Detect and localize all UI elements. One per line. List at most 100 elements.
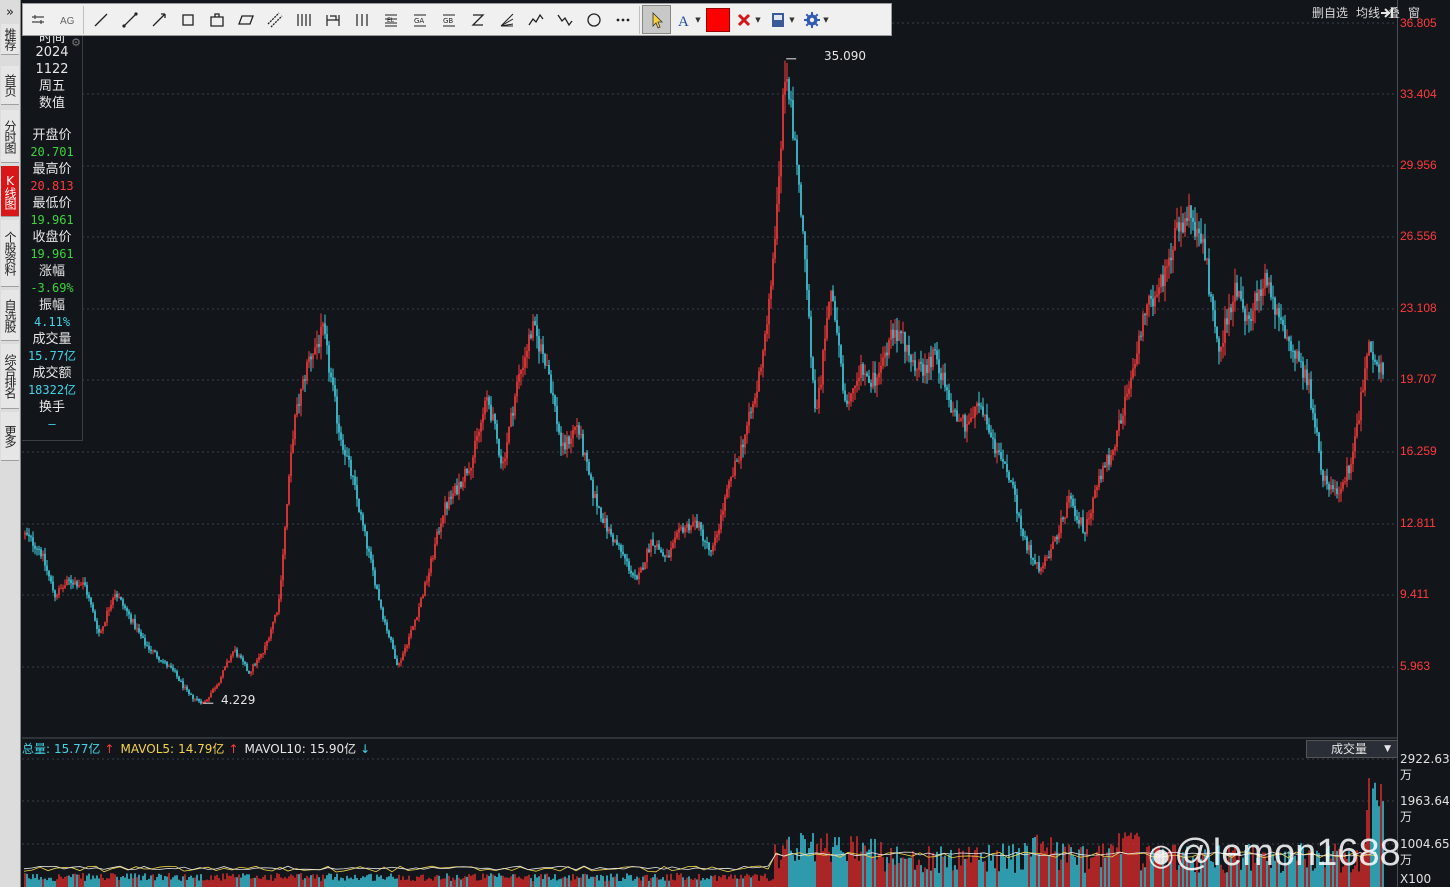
delete-watchlist-link[interactable]: 删自选 <box>1312 4 1348 21</box>
candle-body <box>1246 315 1248 322</box>
expand-icon[interactable]: » <box>1 4 19 22</box>
cursor-icon[interactable] <box>642 5 671 34</box>
volume-bar <box>32 874 34 887</box>
price-tick: 19.707 <box>1400 372 1437 386</box>
candle-body <box>972 417 974 419</box>
circle-icon[interactable] <box>579 5 608 34</box>
volume-bar <box>706 878 708 887</box>
fib-icon[interactable]: EL <box>376 5 405 34</box>
rect-icon[interactable] <box>173 5 202 34</box>
candle-body <box>62 587 64 589</box>
candle-body <box>732 475 734 477</box>
candle-body <box>898 331 900 341</box>
candle-body <box>52 581 54 591</box>
nav-item-timeshare[interactable]: 分时图 <box>1 110 19 163</box>
candle-body <box>1274 297 1276 315</box>
gann-icon[interactable]: GA <box>405 5 434 34</box>
candle-body <box>662 552 664 556</box>
volume-bar <box>710 875 712 887</box>
grid-lines-icon[interactable] <box>347 5 376 34</box>
box-icon[interactable] <box>202 5 231 34</box>
parallelogram-icon[interactable] <box>231 5 260 34</box>
settings-icon[interactable]: ▼ <box>799 5 833 34</box>
volume-bar <box>520 878 522 887</box>
volume-bar <box>1084 872 1086 887</box>
volume-bar <box>1002 843 1004 887</box>
nav-item-recommend[interactable]: 推荐 <box>1 24 19 55</box>
candle-body <box>538 336 540 352</box>
candle-body <box>1016 494 1018 514</box>
nav-item-kline[interactable]: K线图 <box>1 166 19 217</box>
volume-bar <box>1062 843 1064 887</box>
indicator-select[interactable]: 成交量 ▼ <box>1306 740 1398 758</box>
volume-bar <box>406 879 408 887</box>
volume-bar <box>450 880 452 887</box>
nav-item-home[interactable]: 首页 <box>1 66 19 105</box>
panel-settings-icon[interactable]: ⚙ <box>71 36 81 49</box>
volume-bar <box>332 879 334 887</box>
gb-icon[interactable]: GB <box>434 5 463 34</box>
candle-body <box>1184 218 1186 233</box>
high-label: 最高价 <box>32 162 72 177</box>
ray-icon[interactable] <box>144 5 173 34</box>
volume-bar <box>918 859 920 887</box>
volume-bar <box>726 879 728 887</box>
candle-body <box>188 689 190 694</box>
nav-item-stock-info[interactable]: 个股资料 <box>1 220 19 287</box>
candle-body <box>392 639 394 649</box>
wave2-icon[interactable] <box>550 5 579 34</box>
volume-bar <box>1004 856 1006 887</box>
candle-body <box>884 352 886 358</box>
volume-bar <box>388 876 390 887</box>
candle-body <box>680 527 682 529</box>
vertical-lines-icon[interactable] <box>289 5 318 34</box>
candle-body <box>222 670 224 678</box>
adjust-icon[interactable] <box>23 5 52 34</box>
more-icon[interactable] <box>608 5 637 34</box>
volume-bar <box>150 875 152 887</box>
volume-bar <box>666 874 668 887</box>
delete-icon[interactable]: ▼ <box>731 5 765 34</box>
candle-body <box>554 395 556 406</box>
candle-body <box>460 482 462 488</box>
candle-body <box>1046 556 1048 558</box>
volume-bar <box>920 865 922 887</box>
candle-body <box>1000 452 1002 459</box>
candle-body <box>788 79 790 100</box>
volume-bar <box>452 877 454 887</box>
candle-body <box>666 555 668 557</box>
candle-body <box>422 595 424 599</box>
volume-bar <box>454 879 456 887</box>
candle-body <box>1186 218 1188 221</box>
candle-body <box>1268 282 1270 286</box>
fan-icon[interactable] <box>492 5 521 34</box>
candle-body <box>78 584 80 587</box>
close-label: 收盘价 <box>32 230 72 245</box>
candle-body <box>778 176 780 204</box>
candle-body <box>516 381 518 397</box>
candle-body <box>1218 338 1220 352</box>
volume-bar <box>866 851 868 887</box>
text-style-icon[interactable]: AG <box>52 5 81 34</box>
text-tool-icon[interactable]: A ▼ <box>671 5 705 34</box>
ma-lines-link[interactable]: 均线 <box>1356 4 1380 21</box>
volume-bar <box>556 880 558 887</box>
save-template-icon[interactable]: ▼ <box>765 5 799 34</box>
candle-body <box>932 349 934 368</box>
candle-body <box>32 537 34 546</box>
nav-item-ranking[interactable]: 综合排名 <box>1 344 19 409</box>
nav-item-watchlist[interactable]: 自选股 <box>1 290 19 341</box>
collapse-right-icon[interactable] <box>1380 5 1394 24</box>
wave-icon[interactable] <box>521 5 550 34</box>
volume-bar <box>774 844 776 887</box>
volume-bar <box>944 855 946 887</box>
color-swatch[interactable] <box>705 5 731 34</box>
segment-icon[interactable] <box>115 5 144 34</box>
line-icon[interactable] <box>86 5 115 34</box>
candle-body <box>316 343 318 348</box>
zigzag-icon[interactable] <box>463 5 492 34</box>
nav-item-more[interactable]: 更多 <box>1 412 19 461</box>
period-icon[interactable] <box>318 5 347 34</box>
parallel-lines-icon[interactable] <box>260 5 289 34</box>
candle-body <box>276 612 278 615</box>
